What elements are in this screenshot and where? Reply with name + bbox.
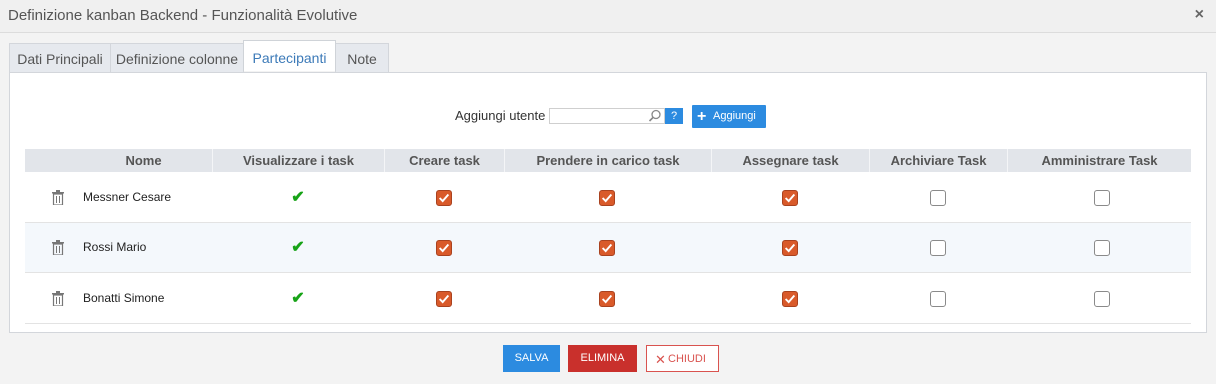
checkbox-prendere[interactable] (599, 291, 615, 307)
tab-definizione-colonne[interactable]: Definizione colonne (110, 43, 244, 72)
checkbox-assegnare[interactable] (782, 291, 798, 307)
checkbox-assegnare[interactable] (782, 190, 798, 206)
checkbox-assegnare[interactable] (782, 240, 798, 256)
column-header-assegnare: Assegnare task (711, 149, 869, 172)
table-row: Rossi Mario ✔ (25, 223, 1191, 273)
checkbox-amministrare[interactable] (1094, 291, 1110, 307)
column-header-nome: Nome (125, 153, 162, 168)
checkbox-archiviare[interactable] (930, 291, 946, 307)
close-button[interactable]: ✕ CHIUDI (646, 345, 719, 372)
table-header: Nome Visualizzare i task Creare task Pre… (25, 149, 1191, 172)
participant-name: Messner Cesare (83, 190, 172, 204)
checkbox-creare[interactable] (436, 190, 452, 206)
table-row: Bonatti Simone ✔ (25, 274, 1191, 324)
column-header-amministrare: Amministrare Task (1007, 149, 1191, 172)
checkbox-amministrare[interactable] (1094, 240, 1110, 256)
help-button[interactable]: ? (665, 108, 683, 124)
column-header-visualizzare: Visualizzare i task (212, 149, 384, 172)
search-icon[interactable] (647, 108, 663, 124)
trash-icon[interactable] (52, 291, 64, 306)
check-icon: ✔ (291, 189, 305, 206)
column-header-archiviare: Archiviare Task (869, 149, 1007, 172)
participant-name: Bonatti Simone (83, 291, 165, 305)
trash-icon[interactable] (52, 190, 64, 205)
table-row: Messner Cesare ✔ (25, 173, 1191, 223)
dialog-title: Definizione kanban Backend - Funzionalit… (8, 7, 358, 24)
close-icon[interactable]: × (1195, 6, 1204, 24)
add-user-button[interactable]: + Aggiungi (692, 105, 766, 128)
participant-name: Rossi Mario (83, 240, 147, 254)
column-header-creare: Creare task (384, 149, 504, 172)
trash-icon[interactable] (52, 240, 64, 255)
checkbox-archiviare[interactable] (930, 190, 946, 206)
checkbox-archiviare[interactable] (930, 240, 946, 256)
checkbox-creare[interactable] (436, 291, 452, 307)
add-user-button-label: Aggiungi (713, 110, 756, 122)
checkbox-amministrare[interactable] (1094, 190, 1110, 206)
close-button-label: CHIUDI (668, 353, 706, 365)
close-x-icon: ✕ (655, 352, 666, 367)
save-button[interactable]: SALVA (503, 345, 560, 372)
dialog-titlebar: Definizione kanban Backend - Funzionalit… (0, 0, 1216, 33)
checkbox-prendere[interactable] (599, 240, 615, 256)
checkbox-creare[interactable] (436, 240, 452, 256)
column-header-prendere: Prendere in carico task (504, 149, 711, 172)
plus-icon: + (697, 108, 707, 125)
tab-partecipanti[interactable]: Partecipanti (243, 40, 336, 71)
checkbox-prendere[interactable] (599, 190, 615, 206)
delete-button[interactable]: ELIMINA (568, 345, 637, 372)
add-user-label: Aggiungi utente (455, 108, 546, 123)
check-icon: ✔ (291, 239, 305, 256)
check-icon: ✔ (291, 290, 305, 307)
tab-note[interactable]: Note (335, 43, 389, 72)
tab-dati-principali[interactable]: Dati Principali (9, 43, 111, 72)
